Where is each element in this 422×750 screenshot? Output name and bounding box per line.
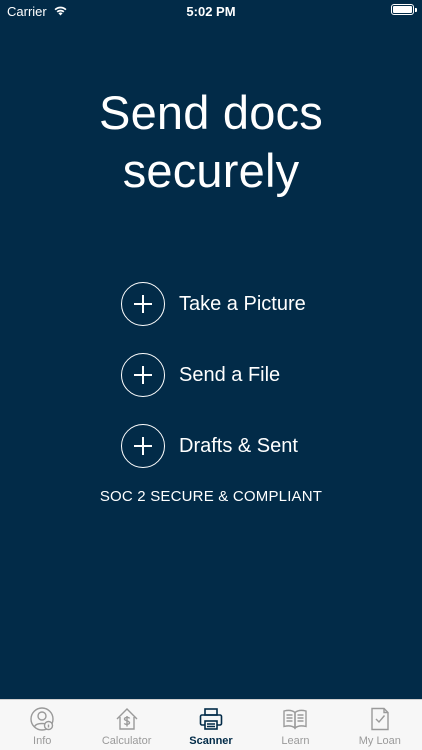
printer-icon	[198, 706, 224, 732]
person-info-icon	[29, 706, 55, 732]
open-book-icon	[282, 706, 308, 732]
tab-scanner-label: Scanner	[189, 735, 233, 747]
plus-circle-icon	[121, 424, 165, 468]
battery-icon	[391, 4, 414, 15]
action-list: Take a Picture Send a File Drafts & Sent	[121, 280, 306, 493]
tab-info-label: Info	[33, 735, 52, 747]
page-title: Send docs securely	[0, 84, 422, 200]
tab-learn-label: Learn	[281, 735, 310, 747]
plus-circle-icon	[121, 353, 165, 397]
tab-info[interactable]: Info	[0, 700, 84, 750]
tab-my-loan[interactable]: My Loan	[338, 700, 422, 750]
document-check-icon	[367, 706, 393, 732]
battery-tip	[415, 8, 417, 12]
compliance-text: SOC 2 SECURE & COMPLIANT	[99, 488, 323, 505]
tab-calculator-label: Calculator	[101, 735, 152, 747]
status-bar: Carrier 5:02 PM	[0, 0, 422, 22]
plus-circle-icon	[121, 282, 165, 326]
drafts-sent-button[interactable]: Drafts & Sent	[121, 422, 306, 470]
take-picture-label: Take a Picture	[179, 292, 306, 315]
tab-bar: Info Calculator Scanner Learn My Loan	[0, 699, 422, 750]
tab-my-loan-label: My Loan	[358, 735, 401, 747]
page-title-line-2: securely	[122, 144, 300, 197]
tab-calculator[interactable]: Calculator	[84, 700, 168, 750]
page-title-line-1: Send docs	[99, 86, 323, 139]
send-file-button[interactable]: Send a File	[121, 351, 306, 399]
battery-fill	[393, 6, 412, 13]
drafts-sent-label: Drafts & Sent	[179, 434, 298, 457]
tab-scanner[interactable]: Scanner	[169, 700, 253, 750]
house-dollar-icon	[114, 706, 140, 732]
take-picture-button[interactable]: Take a Picture	[121, 280, 306, 328]
tab-learn[interactable]: Learn	[253, 700, 337, 750]
clock-time: 5:02 PM	[186, 4, 236, 19]
send-file-label: Send a File	[179, 363, 281, 386]
